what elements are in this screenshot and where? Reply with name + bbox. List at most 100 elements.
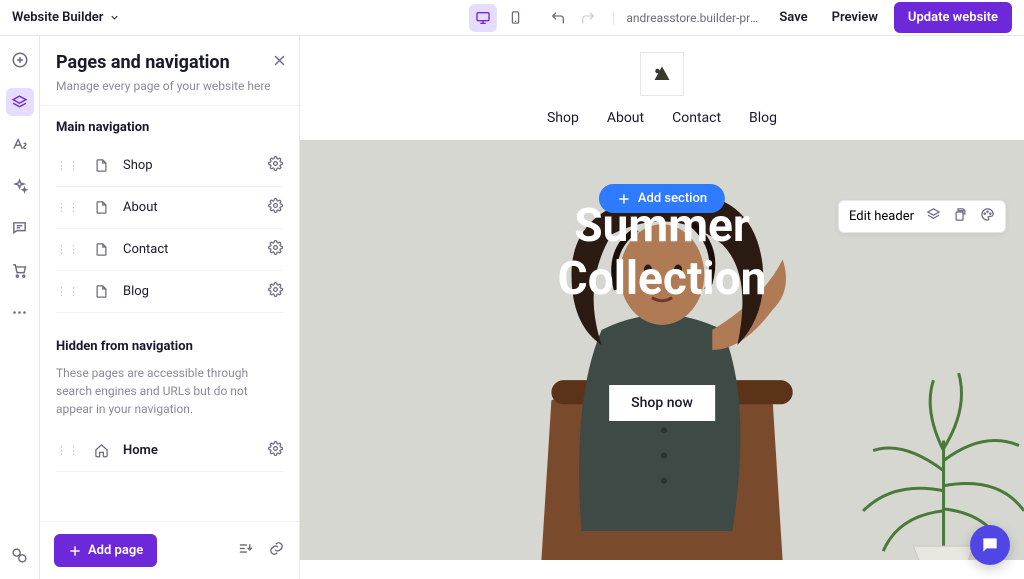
main-nav-label: Main navigation xyxy=(56,120,283,135)
logo-placeholder-icon xyxy=(647,59,677,89)
device-toggle xyxy=(469,4,529,32)
sort-pages-button[interactable] xyxy=(237,540,254,561)
copy-icon xyxy=(953,207,968,222)
close-icon xyxy=(272,53,287,68)
device-mobile-button[interactable] xyxy=(501,4,529,32)
page-icon xyxy=(94,284,109,299)
page-settings-button[interactable] xyxy=(268,441,283,460)
edit-header-copy-button[interactable] xyxy=(953,207,968,226)
page-label: Shop xyxy=(123,158,254,173)
hidden-nav-label: Hidden from navigation xyxy=(56,339,283,354)
undo-button[interactable] xyxy=(545,5,571,31)
link-globe-icon xyxy=(11,547,28,564)
save-button[interactable]: Save xyxy=(771,4,815,31)
preview-url[interactable]: andreasstore.builder-preview... xyxy=(613,11,763,25)
page-row[interactable]: ⋮⋮ Blog xyxy=(56,271,283,313)
page-settings-button[interactable] xyxy=(268,240,283,259)
add-page-button[interactable]: Add page xyxy=(54,534,157,567)
add-section-button[interactable]: Add section xyxy=(599,184,725,213)
desktop-icon xyxy=(475,10,491,26)
hero-heading[interactable]: SummerCollection xyxy=(558,200,767,306)
rail-ai-button[interactable] xyxy=(6,172,34,200)
left-rail xyxy=(0,36,40,579)
page-row[interactable]: ⋮⋮ Shop xyxy=(56,145,283,187)
rail-add-button[interactable] xyxy=(6,46,34,74)
undo-icon xyxy=(550,10,566,26)
edit-header-layers-button[interactable] xyxy=(926,207,941,226)
page-settings-button[interactable] xyxy=(268,156,283,175)
layers-icon xyxy=(11,94,28,111)
topbar: Website Builder andreasstore.builder-pre… xyxy=(0,0,1024,36)
palette-icon xyxy=(980,207,995,222)
redo-icon xyxy=(580,10,596,26)
page-row[interactable]: ⋮⋮ Home xyxy=(56,430,283,472)
nav-link[interactable]: Blog xyxy=(749,110,777,126)
panel-subtitle: Manage every page of your website here xyxy=(56,79,283,93)
preview-button[interactable]: Preview xyxy=(824,4,886,31)
layers-icon xyxy=(926,207,941,222)
plus-circle-icon xyxy=(11,51,29,69)
page-icon xyxy=(94,158,109,173)
page-icon xyxy=(94,443,109,458)
chat-icon xyxy=(980,535,1000,555)
edit-header-toolbar: Edit header xyxy=(838,200,1006,233)
rail-pages-button[interactable] xyxy=(6,88,34,116)
drag-handle-icon[interactable]: ⋮⋮ xyxy=(56,243,80,256)
sparkles-icon xyxy=(11,178,28,195)
page-row[interactable]: ⋮⋮ About xyxy=(56,187,283,229)
update-website-button[interactable]: Update website xyxy=(894,2,1012,33)
page-icon xyxy=(94,200,109,215)
drag-handle-icon[interactable]: ⋮⋮ xyxy=(56,285,80,298)
plus-icon xyxy=(68,544,82,558)
nav-link[interactable]: Shop xyxy=(547,110,579,126)
canvas: Shop About Contact Blog Add section Edit he… xyxy=(300,36,1024,579)
edit-header-label[interactable]: Edit header xyxy=(849,209,914,224)
panel-footer: Add page xyxy=(40,521,299,579)
app-title: Website Builder xyxy=(12,10,103,25)
nav-link[interactable]: Contact xyxy=(672,110,721,126)
link-icon xyxy=(268,540,285,557)
drag-handle-icon[interactable]: ⋮⋮ xyxy=(56,159,80,172)
page-row[interactable]: ⋮⋮ Contact xyxy=(56,229,283,271)
help-chat-button[interactable] xyxy=(970,525,1010,565)
cart-icon xyxy=(11,262,28,279)
hidden-nav-description: These pages are accessible through searc… xyxy=(56,364,283,418)
edit-header-style-button[interactable] xyxy=(980,207,995,226)
panel-header: Pages and navigation Manage every page o… xyxy=(40,36,299,106)
link-pages-button[interactable] xyxy=(268,540,285,561)
rail-store-button[interactable] xyxy=(6,256,34,284)
page-icon xyxy=(94,242,109,257)
drag-handle-icon[interactable]: ⋮⋮ xyxy=(56,201,80,214)
page-label: About xyxy=(123,200,254,215)
hero-line2: Collection xyxy=(558,252,767,306)
nav-link[interactable]: About xyxy=(607,110,644,126)
hero-cta-button[interactable]: Shop now xyxy=(609,385,715,421)
page-settings-button[interactable] xyxy=(268,198,283,217)
page-settings-button[interactable] xyxy=(268,282,283,301)
page-label: Home xyxy=(123,443,254,458)
rail-languages-button[interactable] xyxy=(6,541,34,569)
more-horizontal-icon xyxy=(11,304,28,321)
panel-title: Pages and navigation xyxy=(56,52,283,73)
page-label: Contact xyxy=(123,242,254,257)
pages-panel: Pages and navigation Manage every page o… xyxy=(40,36,300,579)
mobile-icon xyxy=(508,10,523,25)
drag-handle-icon[interactable]: ⋮⋮ xyxy=(56,444,80,457)
site-header-section[interactable]: Shop About Contact Blog xyxy=(300,36,1024,140)
chevron-down-icon xyxy=(109,12,120,23)
plus-icon xyxy=(617,192,631,206)
note-icon xyxy=(11,220,28,237)
site-logo[interactable] xyxy=(640,52,684,96)
text-icon xyxy=(11,136,28,153)
undo-redo-group xyxy=(545,5,601,31)
add-page-label: Add page xyxy=(88,543,143,558)
app-title-dropdown[interactable]: Website Builder xyxy=(12,10,120,25)
page-label: Blog xyxy=(123,284,254,299)
rail-typography-button[interactable] xyxy=(6,130,34,158)
sort-icon xyxy=(237,540,254,557)
rail-blog-button[interactable] xyxy=(6,214,34,242)
rail-more-button[interactable] xyxy=(6,298,34,326)
panel-close-button[interactable] xyxy=(272,52,287,73)
site-nav: Shop About Contact Blog xyxy=(547,110,777,126)
device-desktop-button[interactable] xyxy=(469,4,497,32)
